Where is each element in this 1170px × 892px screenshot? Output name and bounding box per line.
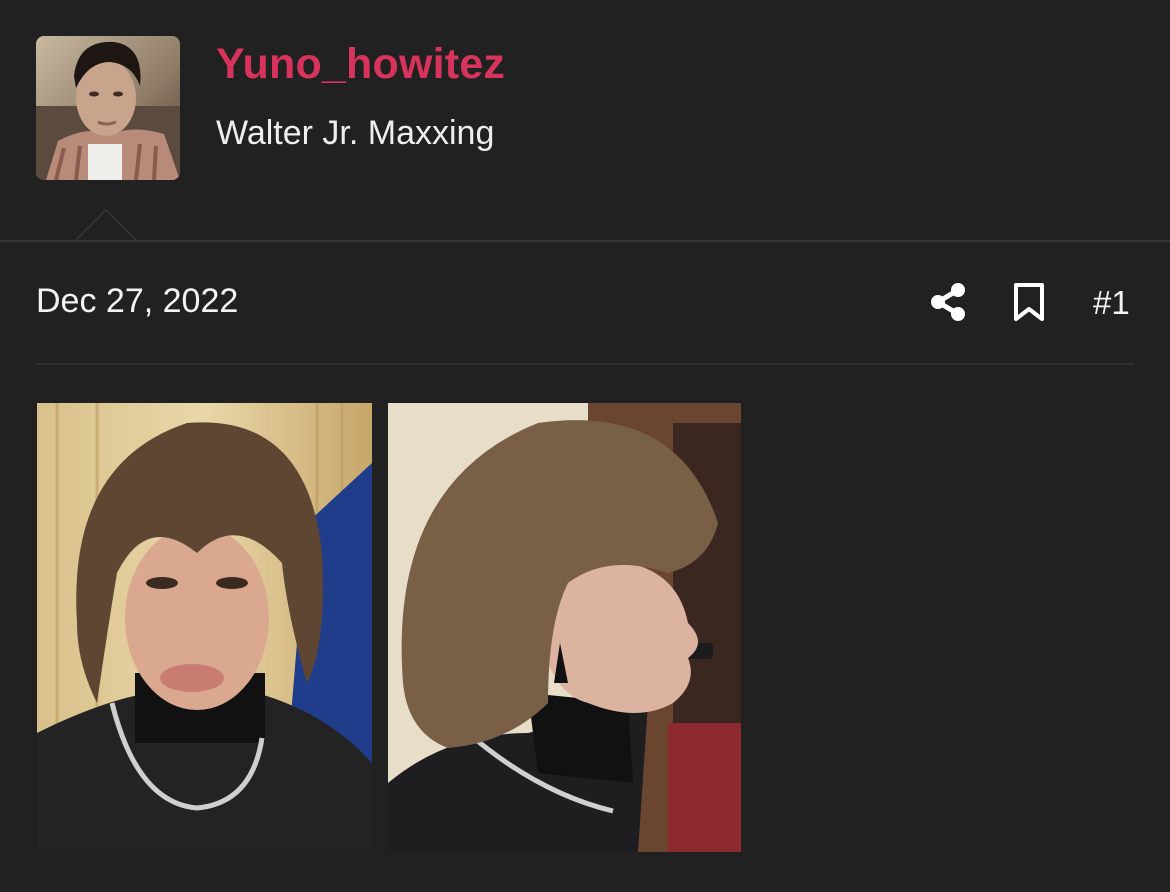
share-icon [931, 283, 965, 321]
post-divider [36, 363, 1134, 365]
bookmark-button[interactable] [1012, 281, 1046, 323]
user-block-caret [74, 209, 138, 242]
username-link[interactable]: Yuno_howitez [216, 40, 505, 89]
post-permalink[interactable]: #1 [1093, 284, 1130, 322]
user-avatar[interactable] [36, 36, 180, 180]
forum-post: Yuno_howitez Walter Jr. Maxxing Dec 27, … [0, 0, 1170, 892]
bookmark-icon [1014, 283, 1044, 321]
post-user-block: Yuno_howitez Walter Jr. Maxxing [0, 0, 1170, 242]
post-date[interactable]: Dec 27, 2022 [36, 282, 238, 321]
attachment-photo-side[interactable] [388, 403, 741, 852]
avatar-photo [36, 36, 180, 180]
attachment-photo-front[interactable] [37, 403, 372, 852]
user-title: Walter Jr. Maxxing [216, 114, 495, 152]
share-button[interactable] [929, 282, 967, 322]
photo-front [37, 403, 372, 852]
header-divider [0, 240, 1170, 242]
photo-side [388, 403, 741, 852]
